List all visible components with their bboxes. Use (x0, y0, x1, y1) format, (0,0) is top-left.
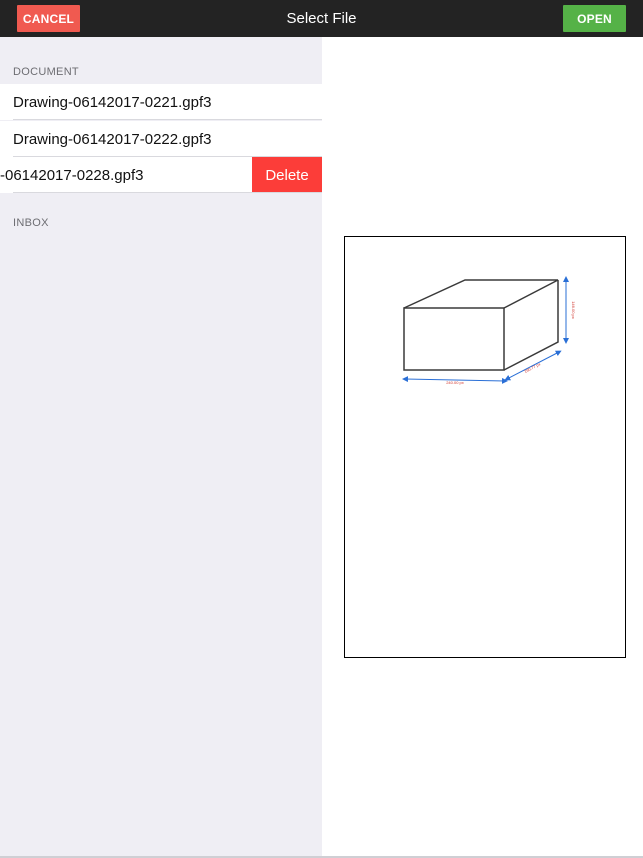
delete-button[interactable]: Delete (252, 157, 322, 193)
file-name: Drawing-06142017-0221.gpf3 (13, 93, 212, 111)
page-title: Select File (286, 10, 357, 27)
file-row[interactable]: Drawing-06142017-0222.gpf3 (0, 121, 322, 157)
row-separator (13, 192, 322, 193)
top-bar: Select File CANCEL OPEN (0, 0, 643, 37)
cancel-button[interactable]: CANCEL (17, 5, 80, 32)
height-dimension-label: 146.00 px (571, 301, 576, 319)
box-shape (403, 279, 559, 371)
depth-dimension-label: 160.77 px (523, 361, 541, 373)
open-button[interactable]: OPEN (563, 5, 626, 32)
file-row[interactable]: Drawing-06142017-0221.gpf3 (0, 84, 322, 120)
section-header-document: DOCUMENT (13, 66, 79, 78)
file-name: Drawing-06142017-0222.gpf3 (13, 130, 212, 148)
section-header-inbox: INBOX (13, 217, 49, 229)
file-name: -06142017-0228.gpf3 (0, 166, 144, 184)
file-list-sidebar: DOCUMENT Drawing-06142017-0221.gpf3 Draw… (0, 37, 322, 858)
file-row-swiped[interactable]: -06142017-0228.gpf3 Delete (0, 157, 322, 193)
drawing-preview: 240.00 px 160.77 px 146.00 px (344, 236, 626, 658)
width-dimension-label: 240.00 px (446, 380, 464, 385)
row-separator (13, 119, 322, 120)
box-drawing: 240.00 px 160.77 px 146.00 px (402, 276, 576, 385)
